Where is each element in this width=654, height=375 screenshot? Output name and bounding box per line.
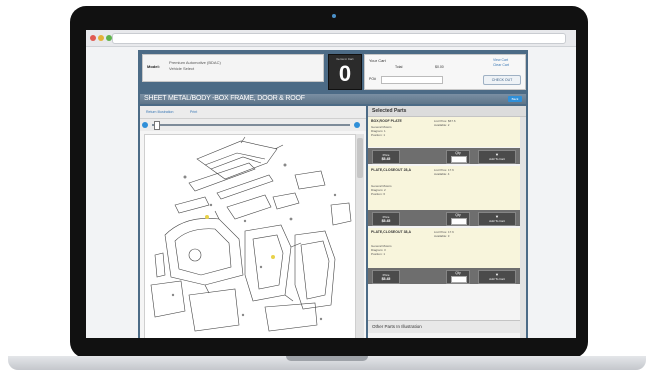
qty-input[interactable]: [451, 218, 467, 225]
clear-cart-link[interactable]: Clear Cart: [493, 63, 509, 67]
cart-count: 0: [338, 61, 352, 86]
part-availability: Available: 2: [434, 123, 450, 127]
part-row[interactable]: BOX,ROOF PLATE List Price: $67.6 Availab…: [368, 117, 520, 147]
illustration-scrollbar[interactable]: [356, 134, 364, 338]
part-number: BOX,ROOF PLATE: [371, 119, 402, 123]
zoom-slider-track[interactable]: [152, 124, 350, 126]
app-page: Model: Premium Automotive (BDAC) Vehicle…: [138, 50, 528, 338]
back-button[interactable]: Back: [508, 96, 522, 102]
selected-part-marker[interactable]: [271, 255, 275, 259]
zoom-slider-handle[interactable]: [154, 121, 160, 130]
cart-total-value: $0.00: [435, 65, 444, 69]
illustration-panel: Return Illustration Print: [140, 106, 366, 338]
part-description: General Motors Diagram: 1 Position: 1: [371, 125, 429, 137]
zoom-out-icon[interactable]: [142, 122, 148, 128]
add-to-cart-label: Add To Cart: [489, 157, 505, 161]
part-desc-line: Position: 6: [371, 192, 386, 196]
add-to-cart-button[interactable]: ▼ Add To Cart: [478, 150, 516, 164]
return-illustration-link[interactable]: Return Illustration: [146, 110, 173, 114]
qty-input[interactable]: [451, 276, 467, 283]
qty-label: Qty: [455, 151, 461, 155]
po-label: PO#: [369, 77, 377, 81]
part-description: General Motors Diagram: 2 Position: 6: [371, 184, 429, 196]
price-cell: Price $5.45: [372, 150, 400, 164]
price-value: $5.45: [381, 277, 391, 281]
checkout-button[interactable]: CHECK OUT: [483, 75, 521, 85]
minimize-window-icon[interactable]: [98, 35, 104, 41]
price-cell: Price $5.45: [372, 212, 400, 226]
laptop-notch: [286, 356, 368, 361]
parts-scrollbar[interactable]: [520, 117, 526, 338]
illustration-toolbar: Return Illustration Print: [140, 106, 366, 119]
zoom-slider-row: [140, 119, 366, 131]
price-bar: Price $5.45 Qty ▼ Add To Cart: [368, 148, 520, 164]
selected-parts-title: Selected Parts: [372, 108, 407, 114]
qty-input[interactable]: [451, 156, 467, 163]
cart-panel: Your Cart Total $0.00 PO# View Cart Clea…: [364, 54, 526, 90]
zoom-in-icon[interactable]: [354, 122, 360, 128]
add-to-cart-button[interactable]: ▼ Add To Cart: [478, 270, 516, 284]
part-number: PLATE,CLOSEOUT 28,A: [371, 168, 411, 172]
price-cell: Price $5.45: [372, 270, 400, 284]
vehicle-line-2: Vehicle Select: [169, 66, 195, 71]
vehicle-line-1: Premium Automotive (BDAC): [169, 60, 221, 65]
browser-toolbar: [86, 30, 576, 47]
selected-part-marker[interactable]: [205, 215, 209, 219]
exploded-diagram[interactable]: [145, 135, 355, 338]
qty-label: Qty: [455, 271, 461, 275]
other-parts-title: Other Parts In Illustration: [372, 324, 422, 329]
part-availability: Available: 4: [434, 172, 450, 176]
part-availability: Available: 3: [434, 234, 450, 238]
selected-parts-header: Selected Parts: [368, 106, 526, 117]
scrollbar-thumb[interactable]: [357, 138, 363, 178]
price-bar: Price $5.45 Qty ▼ Add To Cart: [368, 210, 520, 226]
view-cart-link[interactable]: View Cart: [493, 58, 508, 62]
add-to-cart-label: Add To Cart: [489, 277, 505, 281]
price-value: $5.45: [381, 157, 391, 161]
part-desc-line: Position: 1: [371, 252, 386, 256]
parts-illustration[interactable]: [144, 134, 356, 338]
camera-icon: [332, 14, 336, 18]
price-bar: Price $5.45 Qty ▼ Add To Cart: [368, 268, 520, 284]
vehicle-info: Model: Premium Automotive (BDAC) Vehicle…: [142, 54, 324, 82]
part-description: General Motors Diagram: 3 Position: 1: [371, 244, 429, 256]
part-row[interactable]: PLATE,CLOSEOUT 38,A List Price: 17.6 Ava…: [368, 228, 520, 268]
section-title-bar: SHEET METAL/BODY -BOX FRAME, DOOR & ROOF…: [140, 94, 526, 104]
qty-cell: Qty: [446, 212, 470, 226]
print-link[interactable]: Print: [190, 110, 197, 114]
add-to-cart-label: Add To Cart: [489, 219, 505, 223]
cart-count-box[interactable]: Items in Cart 0: [328, 54, 362, 90]
po-input[interactable]: [381, 76, 443, 84]
selected-parts-panel: Selected Parts BOX,ROOF PLATE List Price…: [368, 106, 526, 338]
cart-title: Your Cart: [369, 58, 386, 63]
part-row[interactable]: PLATE,CLOSEOUT 28,A List Price: 17.6 Ava…: [368, 166, 520, 210]
close-window-icon[interactable]: [90, 35, 96, 41]
add-to-cart-button[interactable]: ▼ Add To Cart: [478, 212, 516, 226]
section-title: SHEET METAL/BODY -BOX FRAME, DOOR & ROOF: [144, 95, 305, 102]
qty-cell: Qty: [446, 270, 470, 284]
other-parts-header[interactable]: Other Parts In Illustration: [368, 320, 520, 333]
part-number: PLATE,CLOSEOUT 38,A: [371, 230, 411, 234]
price-value: $5.45: [381, 219, 391, 223]
vehicle-label: Model:: [147, 64, 160, 69]
address-bar[interactable]: [112, 33, 566, 44]
qty-label: Qty: [455, 213, 461, 217]
qty-cell: Qty: [446, 150, 470, 164]
screen: Model: Premium Automotive (BDAC) Vehicle…: [86, 30, 576, 338]
cart-total-label: Total: [395, 65, 403, 69]
part-desc-line: Position: 1: [371, 133, 386, 137]
